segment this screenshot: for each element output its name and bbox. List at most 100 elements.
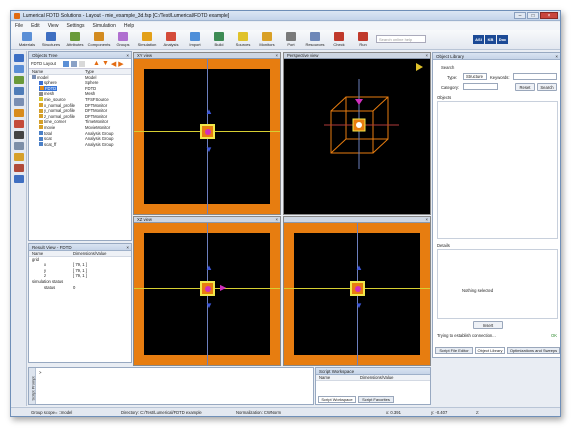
toolbar-label: Analysis — [163, 42, 179, 47]
toolbar-materials-button[interactable]: Materials — [15, 30, 39, 49]
category-select[interactable] — [463, 83, 498, 90]
prompt-caret[interactable]: > — [39, 370, 41, 375]
tree-view-icon[interactable] — [71, 60, 77, 67]
probe-tool-icon[interactable] — [14, 120, 24, 128]
material-tool-icon[interactable] — [14, 164, 24, 172]
object-type-icon — [39, 91, 43, 96]
minimize-button[interactable]: – — [514, 12, 526, 19]
toolbar-build-button[interactable]: Build — [207, 30, 231, 49]
toolbar-components-button[interactable]: Components — [87, 30, 111, 49]
main-toolbar: Materials Structures Attributes Components G… — [11, 30, 560, 50]
tree-row-label: mesh — [44, 91, 55, 97]
sphere-marker-icon[interactable] — [200, 124, 215, 139]
details-label: Details — [437, 243, 450, 248]
help-search-input[interactable]: Search online help — [376, 35, 426, 43]
menu-help[interactable]: Help — [124, 23, 134, 29]
toolbar-groups-button[interactable]: Groups — [111, 30, 135, 49]
menu-simulation[interactable]: Simulation — [93, 23, 116, 29]
reset-button[interactable]: Reset — [515, 83, 535, 91]
toolbar-monitors-button[interactable]: Monitors — [255, 30, 279, 49]
move-tool-icon[interactable] — [14, 76, 24, 84]
asi-link[interactable]: ASI — [473, 35, 484, 44]
move-right-icon[interactable]: ▶ — [118, 60, 123, 68]
perspective-canvas[interactable] — [284, 59, 430, 214]
toolbar-import-button[interactable]: Import — [183, 30, 207, 49]
xz-canvas[interactable]: ▲ ▼ ▶ — [134, 223, 280, 365]
pan-tool-icon[interactable] — [14, 98, 24, 106]
toolbar-simulation-button[interactable]: Simulation — [135, 30, 159, 49]
toolbar-port-button[interactable]: Port — [279, 30, 303, 49]
move-left-icon[interactable]: ◀ — [111, 60, 116, 68]
tree-lock-icon[interactable] — [79, 60, 85, 67]
toolbar-label: Check — [333, 42, 345, 47]
grid-tool-icon[interactable] — [14, 142, 24, 150]
tab-script-workspace[interactable]: Script Workspace — [318, 396, 356, 403]
toolbar-structures-button[interactable]: Structures — [39, 30, 63, 49]
simulation-icon — [142, 32, 152, 41]
zoom-tool-icon[interactable] — [14, 87, 24, 95]
category-label: Category: — [441, 85, 460, 90]
maximize-button[interactable]: □ — [527, 12, 539, 19]
tree-row-label: scat_ff — [44, 141, 57, 147]
object-type-icon — [39, 119, 43, 124]
keywords-input[interactable] — [513, 73, 557, 80]
perspective-view[interactable]: Perspective view × — [283, 52, 431, 215]
app-window: Lumerical FDTD Solutions - Layout - mie_… — [10, 10, 561, 417]
toolbar-analysis-button[interactable]: Analysis — [159, 30, 183, 49]
tab-script-favorites[interactable]: Script Favorites — [358, 396, 394, 403]
menu-file[interactable]: File — [15, 23, 23, 29]
nothing-selected-text: Nothing selected — [462, 288, 494, 293]
panel-close-icon[interactable]: × — [126, 244, 129, 251]
toolbar-check-button[interactable]: Check — [327, 30, 351, 49]
tree-filter-icon[interactable] — [63, 60, 69, 67]
build-icon — [214, 32, 224, 41]
yz-view[interactable]: × ▲ ▼ — [283, 216, 431, 366]
result-row[interactable]: status 0 — [29, 285, 131, 291]
xy-canvas[interactable]: ▲ ▼ — [134, 59, 280, 214]
panel-close-icon[interactable]: × — [555, 53, 558, 60]
script-workspace-panel: Script Workspace Name Dimensions/Value S… — [315, 367, 431, 405]
objects-tree-header: Objects Tree × — [29, 52, 131, 59]
toolbar-sources-button[interactable]: Sources — [231, 30, 255, 49]
search-button[interactable]: Search — [537, 83, 557, 91]
tree-row[interactable]: scat_ff Analysis Group — [29, 142, 131, 148]
toolbar-resources-button[interactable]: Resources — [303, 30, 327, 49]
insert-button[interactable]: Insert — [473, 321, 503, 329]
type-select[interactable]: Structure — [463, 73, 487, 80]
tree-row-label: time_corner — [44, 119, 67, 125]
run-icon — [358, 32, 368, 41]
menu-edit[interactable]: Edit — [31, 23, 40, 29]
view-tool-icon[interactable] — [14, 153, 24, 161]
select-tool-icon[interactable] — [14, 54, 24, 62]
connection-ok: OK — [551, 333, 558, 338]
pointer-tool-icon[interactable] — [14, 131, 24, 139]
ruler-tool-icon[interactable] — [14, 109, 24, 117]
close-button[interactable]: × — [540, 12, 558, 19]
toolbar-attributes-button[interactable]: Attributes — [63, 30, 87, 49]
mesh-tool-icon[interactable] — [14, 175, 24, 183]
tab-object-library[interactable]: Object Library — [475, 347, 505, 354]
move-down-icon[interactable]: ▼ — [102, 60, 109, 67]
move-up-icon[interactable]: ▲ — [93, 60, 100, 67]
yz-canvas[interactable]: ▲ ▼ — [284, 223, 430, 365]
objects-list[interactable] — [437, 101, 558, 239]
script-prompt-label: Script Prompt — [30, 376, 36, 401]
menu-view[interactable]: View — [48, 23, 59, 29]
sphere-marker-icon[interactable] — [350, 281, 365, 296]
script-prompt-panel[interactable]: Script Prompt > — [28, 367, 314, 405]
port-icon — [286, 32, 296, 41]
toolbar-run-button[interactable]: Run — [351, 30, 375, 49]
sphere-marker-icon[interactable] — [200, 281, 215, 296]
rotate-tool-icon[interactable] — [14, 65, 24, 73]
panel-close-icon[interactable]: × — [126, 52, 129, 59]
tab-optimizations-sweeps[interactable]: Optimizations and Sweeps — [507, 347, 560, 354]
xz-view[interactable]: XZ view × ▲ ▼ ▶ — [133, 216, 281, 366]
result-view-title: Result View - FDTD — [32, 245, 72, 250]
left-tool-strip — [11, 51, 27, 406]
menu-settings[interactable]: Settings — [66, 23, 84, 29]
doc-link[interactable]: Doc — [497, 35, 508, 44]
status-bar: Group scope= ::model Directory: C:/Test/… — [11, 407, 560, 416]
xy-view[interactable]: XY view × ▲ ▼ — [133, 52, 281, 215]
kb-link[interactable]: KB — [485, 35, 496, 44]
tab-script-file-editor[interactable]: Script File Editor — [435, 347, 473, 354]
